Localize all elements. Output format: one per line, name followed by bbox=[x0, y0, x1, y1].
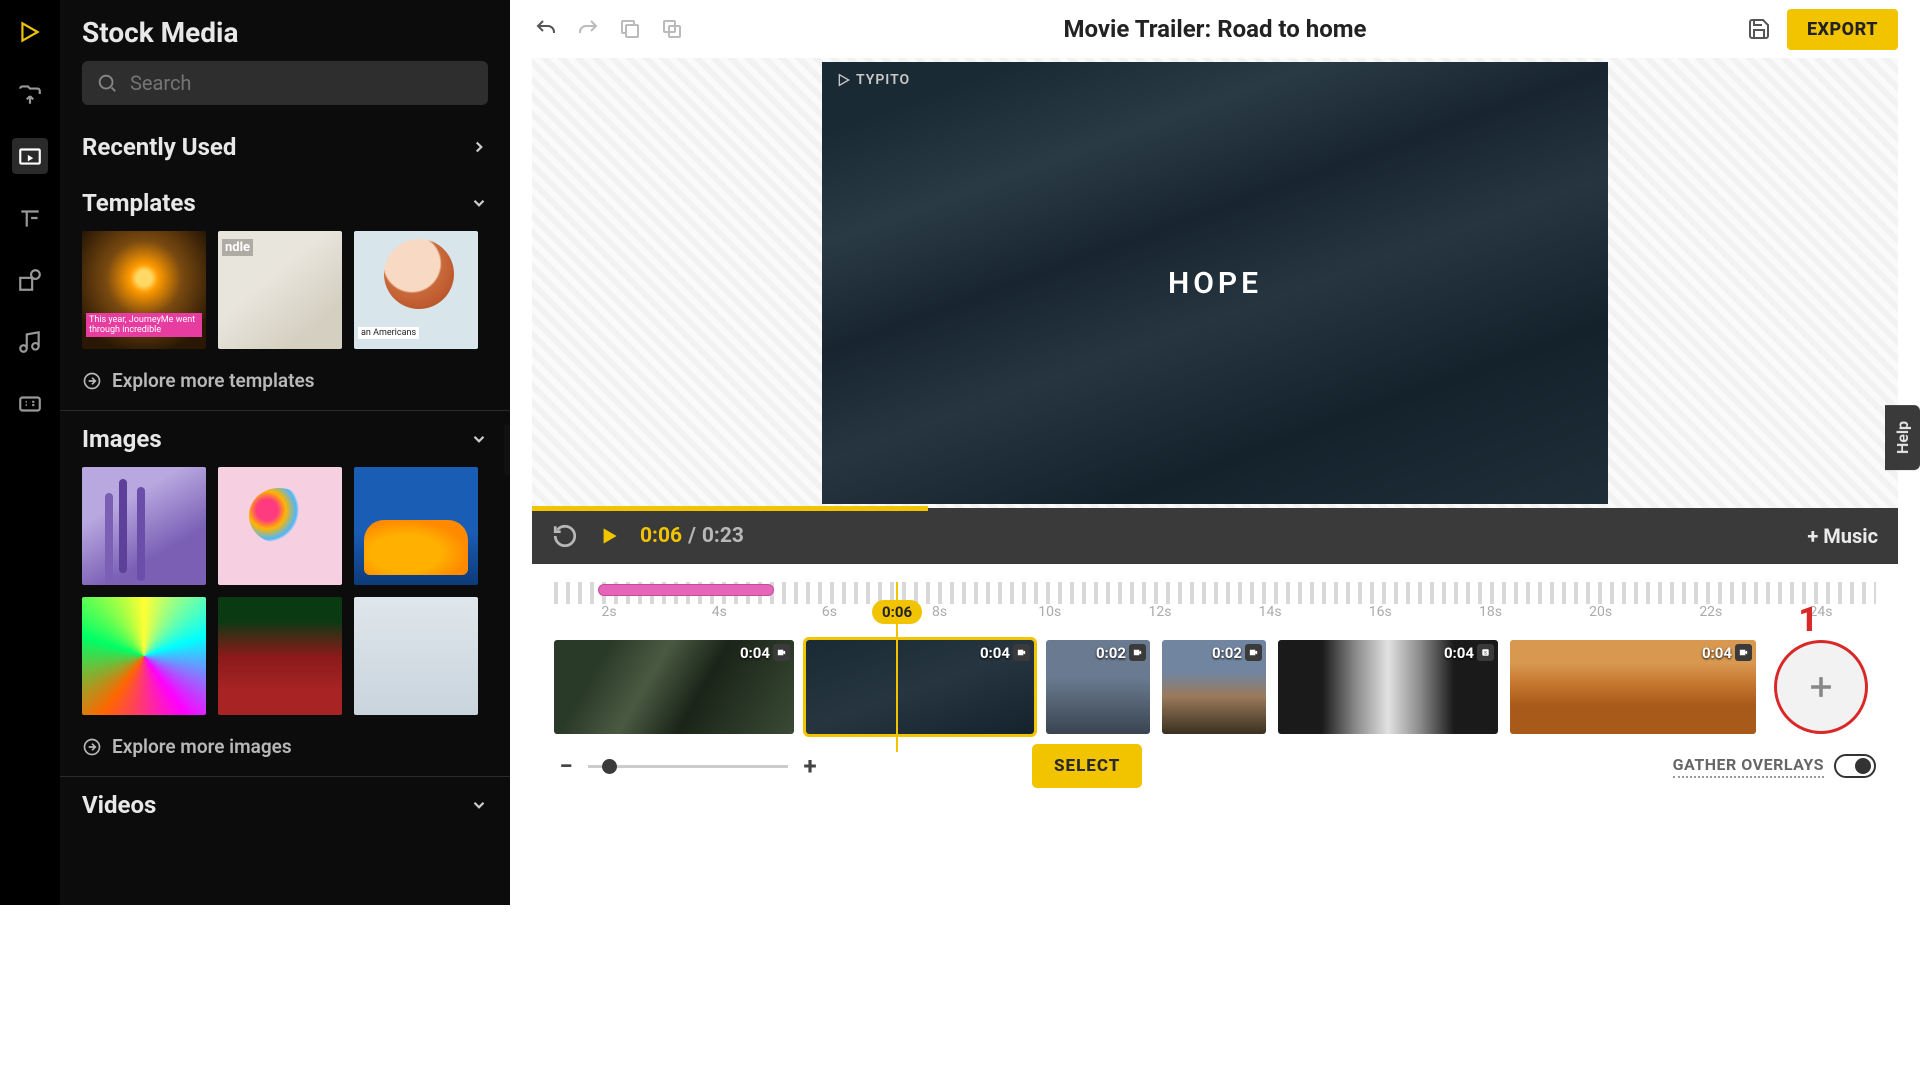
zoom-slider[interactable] bbox=[588, 765, 788, 768]
sidebar-title: Stock Media bbox=[60, 0, 510, 61]
tool-rail bbox=[0, 0, 60, 905]
timeline-clip[interactable]: 0:04 bbox=[806, 640, 1034, 734]
zoom-out-button[interactable]: − bbox=[554, 752, 578, 780]
search-icon bbox=[96, 72, 118, 94]
main-area: Movie Trailer: Road to home EXPORT TYPIT… bbox=[510, 0, 1920, 905]
export-button[interactable]: EXPORT bbox=[1787, 9, 1898, 50]
music-icon[interactable] bbox=[12, 324, 48, 360]
video-badge-icon bbox=[1735, 644, 1752, 661]
explore-templates-link[interactable]: Explore more templates bbox=[60, 361, 510, 411]
chevron-down-icon bbox=[470, 796, 488, 814]
explore-images-link[interactable]: Explore more images bbox=[60, 727, 510, 777]
text-icon[interactable] bbox=[12, 200, 48, 236]
image-thumb[interactable] bbox=[354, 467, 478, 585]
zoom-in-button[interactable]: + bbox=[798, 752, 822, 780]
image-thumb[interactable] bbox=[218, 467, 342, 585]
playbar: 0:06/0:23 + Music bbox=[532, 508, 1898, 564]
stock-badge-icon: S bbox=[1477, 644, 1494, 661]
save-icon[interactable] bbox=[1745, 15, 1773, 43]
video-preview: TYPITO HOPE bbox=[822, 62, 1608, 504]
select-button[interactable]: SELECT bbox=[1032, 744, 1142, 788]
collapse-sidebar-button[interactable] bbox=[504, 425, 510, 475]
logo-icon[interactable] bbox=[12, 14, 48, 50]
videos-label: Videos bbox=[82, 791, 156, 819]
recently-used-label: Recently Used bbox=[82, 133, 236, 161]
upload-icon[interactable] bbox=[12, 76, 48, 112]
undo-button[interactable] bbox=[532, 15, 560, 43]
timeline-clip[interactable]: 0:02 bbox=[1046, 640, 1150, 734]
explore-templates-label: Explore more templates bbox=[112, 369, 315, 392]
chevron-down-icon bbox=[470, 430, 488, 448]
gather-overlays-control: GATHER OVERLAYS bbox=[1673, 754, 1876, 778]
chevron-right-icon bbox=[470, 138, 488, 156]
overlay-text: HOPE bbox=[1168, 266, 1262, 301]
timeline: 2s4s6s8s10s12s14s16s18s20s22s24s 1 0:04 … bbox=[532, 564, 1898, 788]
time-display: 0:06/0:23 bbox=[640, 524, 744, 548]
videos-section[interactable]: Videos bbox=[60, 777, 510, 833]
captions-icon[interactable] bbox=[12, 386, 48, 422]
help-tab[interactable]: Help bbox=[1885, 405, 1920, 470]
text-overlay-bar[interactable] bbox=[598, 584, 774, 596]
template-thumb[interactable] bbox=[218, 231, 342, 349]
timeline-clip[interactable]: 0:04S bbox=[1278, 640, 1498, 734]
add-music-button[interactable]: + Music bbox=[1807, 524, 1878, 548]
image-thumb[interactable] bbox=[354, 597, 478, 715]
sidebar-panel: Stock Media Recently Used Templates Expl… bbox=[60, 0, 510, 905]
images-label: Images bbox=[82, 425, 162, 453]
watermark: TYPITO bbox=[836, 72, 910, 88]
topbar: Movie Trailer: Road to home EXPORT bbox=[510, 0, 1920, 58]
search-field[interactable] bbox=[130, 71, 474, 95]
templates-label: Templates bbox=[82, 189, 196, 217]
video-badge-icon bbox=[1129, 644, 1146, 661]
timeline-ruler[interactable]: 2s4s6s8s10s12s14s16s18s20s22s24s bbox=[554, 582, 1876, 636]
svg-text:S: S bbox=[1484, 650, 1487, 656]
clips-row: 1 0:04 0:04 0:02 0:02 0:04S 0:04 bbox=[554, 640, 1876, 734]
copy-button[interactable] bbox=[616, 15, 644, 43]
templates-grid bbox=[60, 231, 510, 361]
image-thumb[interactable] bbox=[218, 597, 342, 715]
play-button[interactable] bbox=[596, 523, 622, 549]
search-input[interactable] bbox=[82, 61, 488, 105]
preview-canvas[interactable]: TYPITO HOPE bbox=[532, 58, 1898, 508]
images-grid bbox=[60, 467, 510, 727]
image-thumb[interactable] bbox=[82, 467, 206, 585]
timeline-clip[interactable]: 0:04 bbox=[554, 640, 794, 734]
stock-media-icon[interactable] bbox=[12, 138, 48, 174]
zoom-control: − + bbox=[554, 752, 822, 780]
progress-bar[interactable] bbox=[532, 506, 928, 511]
arrow-circle-icon bbox=[82, 371, 102, 391]
chevron-down-icon bbox=[470, 194, 488, 212]
canvas-area: TYPITO HOPE 0:06/0:23 + Music 2s4s6s8s10… bbox=[510, 58, 1920, 905]
redo-button[interactable] bbox=[574, 15, 602, 43]
images-section[interactable]: Images bbox=[60, 411, 510, 467]
annotation-1: 1 bbox=[1798, 600, 1818, 640]
arrow-circle-icon bbox=[82, 737, 102, 757]
video-badge-icon bbox=[1245, 644, 1262, 661]
timeline-clip[interactable]: 0:04 bbox=[1510, 640, 1756, 734]
recently-used-section[interactable]: Recently Used bbox=[60, 119, 510, 175]
template-thumb[interactable] bbox=[354, 231, 478, 349]
restart-button[interactable] bbox=[552, 523, 578, 549]
image-thumb[interactable] bbox=[82, 597, 206, 715]
video-badge-icon bbox=[773, 644, 790, 661]
elements-icon[interactable] bbox=[12, 262, 48, 298]
gather-overlays-label: GATHER OVERLAYS bbox=[1673, 755, 1824, 778]
templates-section[interactable]: Templates bbox=[60, 175, 510, 231]
timeline-controls: − + SELECT GATHER OVERLAYS bbox=[554, 734, 1876, 788]
timeline-clip[interactable]: 0:02 bbox=[1162, 640, 1266, 734]
template-thumb[interactable] bbox=[82, 231, 206, 349]
gather-overlays-toggle[interactable] bbox=[1834, 754, 1876, 778]
ruler-labels: 2s4s6s8s10s12s14s16s18s20s22s24s bbox=[554, 604, 1876, 620]
video-badge-icon bbox=[1013, 644, 1030, 661]
playhead[interactable] bbox=[896, 582, 898, 752]
explore-images-label: Explore more images bbox=[112, 735, 292, 758]
project-title[interactable]: Movie Trailer: Road to home bbox=[1064, 15, 1367, 43]
paste-button[interactable] bbox=[658, 15, 686, 43]
add-clip-button[interactable] bbox=[1774, 640, 1868, 734]
